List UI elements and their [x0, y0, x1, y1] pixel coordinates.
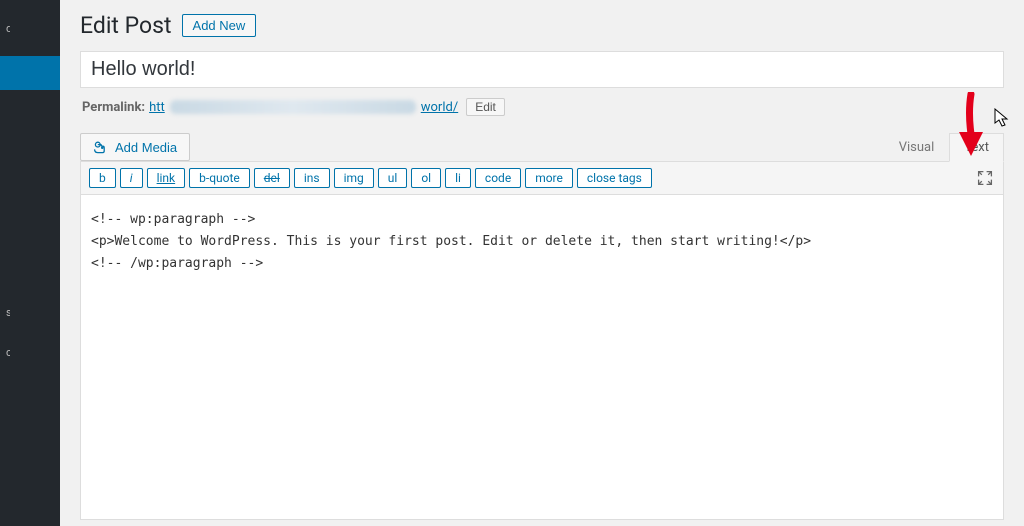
app-root: d s ce Edit Post Add New Permalink: htt …	[0, 0, 1024, 526]
permalink-label: Permalink:	[82, 100, 145, 115]
main-content: Edit Post Add New Permalink: htt world/ …	[60, 0, 1024, 526]
permalink-redacted	[170, 100, 416, 114]
qt-bquote-button[interactable]: b-quote	[189, 168, 250, 188]
camera-media-icon	[93, 139, 109, 155]
fullscreen-toggle-icon[interactable]	[977, 170, 993, 186]
qt-ins-button[interactable]: ins	[294, 168, 330, 188]
add-media-label: Add Media	[115, 140, 177, 155]
post-title-input[interactable]	[80, 51, 1004, 88]
post-content-textarea[interactable]	[81, 195, 1003, 515]
qt-del-button[interactable]: del	[254, 168, 290, 188]
editor-tabs: Visual Text	[884, 132, 1004, 161]
qt-more-button[interactable]: more	[525, 168, 573, 188]
qt-italic-button[interactable]: i	[120, 168, 143, 188]
media-row: Add Media Visual Text	[80, 132, 1004, 161]
add-new-button[interactable]: Add New	[182, 14, 257, 37]
qt-link-button[interactable]: link	[147, 168, 186, 188]
admin-sidebar: d s ce	[0, 0, 60, 526]
sidebar-active-indicator	[0, 56, 60, 90]
qt-ol-button[interactable]: ol	[411, 168, 441, 188]
tab-visual[interactable]: Visual	[884, 133, 950, 162]
sidebar-item[interactable]: s	[2, 300, 10, 325]
permalink-edit-button[interactable]: Edit	[466, 98, 505, 116]
qt-img-button[interactable]: img	[334, 168, 374, 188]
permalink-url-prefix[interactable]: htt	[149, 100, 165, 115]
sidebar-item[interactable]: d	[2, 16, 10, 41]
qt-close-tags-button[interactable]: close tags	[577, 168, 652, 188]
heading-row: Edit Post Add New	[80, 12, 1004, 39]
permalink-row: Permalink: htt world/ Edit	[82, 98, 1002, 116]
page-title: Edit Post	[80, 12, 172, 39]
qt-code-button[interactable]: code	[475, 168, 521, 188]
permalink-url-suffix[interactable]: world/	[421, 100, 458, 115]
tab-text[interactable]: Text	[949, 133, 1004, 162]
quicktags-toolbar: b i link b-quote del ins img ul ol li co…	[81, 162, 1003, 195]
qt-li-button[interactable]: li	[445, 168, 471, 188]
sidebar-item[interactable]: ce	[2, 340, 10, 365]
add-media-button[interactable]: Add Media	[80, 133, 190, 161]
qt-ul-button[interactable]: ul	[378, 168, 408, 188]
editor-wrap: b i link b-quote del ins img ul ol li co…	[80, 161, 1004, 520]
qt-bold-button[interactable]: b	[89, 168, 116, 188]
